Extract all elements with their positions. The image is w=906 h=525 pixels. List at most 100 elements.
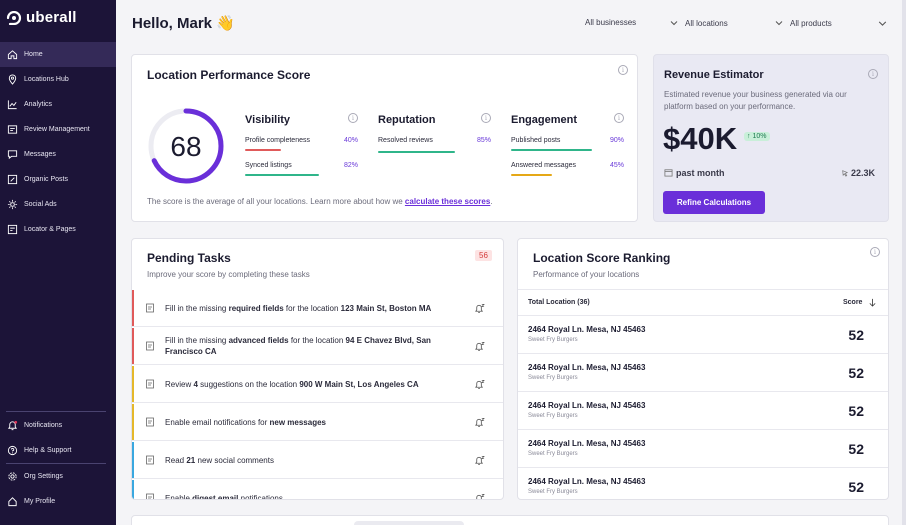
logo-text: uberall (26, 9, 77, 26)
sidebar-divider (6, 411, 106, 412)
snooze-bell-icon[interactable] (474, 379, 485, 390)
task-row[interactable]: Fill in the missing required fields for … (132, 290, 503, 327)
task-text-bold: 900 W Main St, Los Angeles CA (299, 379, 419, 389)
task-text-part: Review (165, 379, 194, 389)
location-pin-icon (8, 74, 17, 85)
locator-icon (7, 224, 18, 235)
cursor-click-icon (842, 170, 849, 177)
metric-visibility-title: Visibility (245, 114, 291, 126)
info-icon[interactable]: i (618, 65, 628, 75)
filter-businesses[interactable]: All businesses (585, 18, 636, 27)
location-brand: Sweet Fry Burgers (528, 413, 578, 419)
logo-icon (6, 10, 22, 25)
sidebar-item-label: Locations Hub (24, 76, 69, 83)
task-row[interactable]: Fill in the missing advanced fields for … (132, 328, 503, 365)
sidebar-item-locator-pages[interactable]: Locator & Pages (0, 217, 116, 242)
sidebar-item-label: Org Settings (24, 473, 63, 480)
footnote-end: . (490, 197, 493, 206)
location-score: 52 (848, 365, 864, 381)
ranking-row[interactable]: 2464 Royal Ln. Mesa, NJ 45463 Sweet Fry B… (518, 430, 888, 468)
metric-progress-bar (378, 151, 455, 153)
score-footnote: The score is the average of all your loc… (147, 197, 493, 206)
profile-icon (8, 497, 17, 507)
uberall-logo[interactable]: uberall (6, 9, 77, 26)
bell-icon (7, 420, 18, 431)
sidebar-item-social-ads[interactable]: Social Ads (0, 192, 116, 217)
pending-tasks-card: Pending Tasks 56 Improve your score by c… (131, 238, 504, 500)
sidebar-item-analytics[interactable]: Analytics (0, 92, 116, 117)
metric-row-label: Profile completeness (245, 137, 310, 144)
chevron-down-icon (775, 21, 783, 26)
ranking-card: Location Score Ranking i Performance of … (517, 238, 889, 500)
calculate-scores-link[interactable]: calculate these scores (405, 197, 490, 206)
sidebar-item-messages[interactable]: Messages (0, 142, 116, 167)
task-text-part: new social comments (195, 455, 274, 465)
form-icon (146, 341, 154, 351)
review-icon (7, 125, 18, 134)
analytics-icon (7, 100, 17, 110)
info-icon[interactable]: i (870, 247, 880, 257)
task-text: Review 4 suggestions on the location 900… (165, 379, 465, 390)
form-icon (146, 303, 154, 313)
sidebar-item-org-settings[interactable]: Org Settings (0, 464, 116, 489)
task-text-bold: digest email (192, 493, 239, 500)
task-row[interactable]: Enable digest email notifications (132, 480, 503, 501)
filter-products[interactable]: All products (774, 18, 832, 28)
sidebar-item-help-support[interactable]: Help & Support (0, 438, 116, 463)
location-score: 52 (848, 327, 864, 343)
snooze-bell-icon[interactable] (474, 417, 485, 428)
info-icon[interactable]: i (614, 113, 624, 123)
task-priority-strip (132, 366, 134, 402)
task-row[interactable]: Read 21 new social comments (132, 442, 503, 479)
gear-icon (8, 472, 17, 481)
revenue-change: 10% (752, 133, 767, 140)
task-text-part: Enable (165, 493, 193, 500)
sidebar-item-home[interactable]: Home (0, 42, 116, 67)
location-brand: Sweet Fry Burgers (528, 375, 578, 381)
info-icon[interactable]: i (481, 113, 491, 123)
scroll-indicator[interactable] (354, 521, 464, 525)
sidebar-item-my-profile[interactable]: My Profile (0, 489, 116, 514)
sidebar-item-review-management[interactable]: Review Management (0, 117, 116, 142)
revenue-change-badge: ↑ 10% (744, 132, 770, 141)
ranking-row[interactable]: 2464 Royal Ln. Mesa, NJ 45463 Sweet Fry B… (518, 392, 888, 430)
sidebar-item-notifications[interactable]: Notifications (0, 413, 116, 438)
refine-calculations-button[interactable]: Refine Calculations (663, 191, 765, 214)
location-address: 2464 Royal Ln. Mesa, NJ 45463 (528, 325, 646, 334)
tasks-subtitle: Improve your score by completing these t… (147, 270, 310, 279)
ranking-row[interactable]: 2464 Royal Ln. Mesa, NJ 45463 Sweet Fry B… (518, 316, 888, 354)
ranking-row[interactable]: 2464 Royal Ln. Mesa, NJ 45463 Sweet Fry B… (518, 468, 888, 499)
snooze-bell-icon[interactable] (474, 303, 485, 314)
task-text: Enable digest email notifications (165, 493, 465, 500)
snooze-bell-icon[interactable] (474, 493, 485, 501)
task-text-part: Fill in the missing (165, 303, 229, 313)
ranking-row[interactable]: 2464 Royal Ln. Mesa, NJ 45463 Sweet Fry B… (518, 354, 888, 392)
info-icon[interactable]: i (868, 69, 878, 79)
task-priority-strip (132, 442, 134, 478)
location-brand: Sweet Fry Burgers (528, 337, 578, 343)
bottom-card (131, 515, 889, 525)
sidebar-item-label: Analytics (24, 101, 53, 108)
location-brand: Sweet Fry Burgers (528, 489, 578, 495)
task-priority-strip (132, 404, 134, 440)
ranking-header: Total Location (36) Score (518, 289, 888, 316)
sidebar-item-locations-hub[interactable]: Locations Hub (0, 67, 116, 92)
task-row[interactable]: Enable email notifications for new messa… (132, 404, 503, 441)
info-icon[interactable]: i (348, 113, 358, 123)
metric-row-label: Resolved reviews (378, 137, 433, 144)
ranking-col-score[interactable]: Score (843, 299, 862, 306)
task-text-part: Fill in the missing (165, 336, 229, 345)
task-row[interactable]: Review 4 suggestions on the location 900… (132, 366, 503, 403)
snooze-bell-icon[interactable] (474, 455, 485, 466)
chevron-down-icon[interactable] (877, 18, 888, 29)
filter-locations[interactable]: All locations (669, 18, 728, 28)
posts-icon (7, 174, 18, 185)
scrollbar[interactable] (902, 0, 906, 525)
tasks-count-badge: 56 (475, 250, 492, 261)
sidebar-item-organic-posts[interactable]: Organic Posts (0, 167, 116, 192)
sort-down-icon[interactable] (868, 298, 877, 307)
location-score: 52 (848, 403, 864, 419)
task-text: Fill in the missing required fields for … (165, 303, 465, 314)
task-text-part: suggestions on the location (197, 379, 300, 389)
snooze-bell-icon[interactable] (474, 341, 485, 352)
